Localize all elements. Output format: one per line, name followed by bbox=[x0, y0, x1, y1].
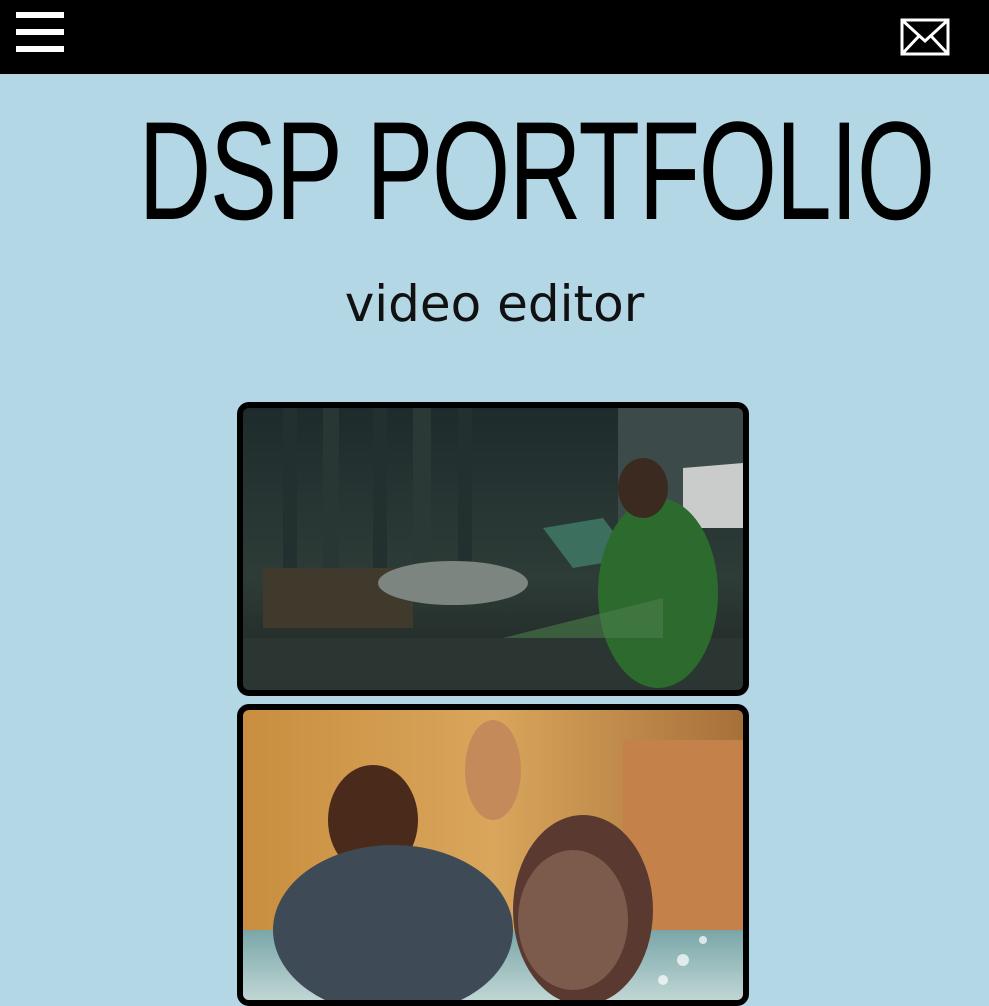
hamburger-menu-icon[interactable] bbox=[16, 12, 64, 54]
menu-line bbox=[16, 46, 64, 52]
page-subtitle: video editor bbox=[344, 275, 645, 333]
street-scene-image bbox=[243, 408, 743, 690]
video-thumbnail-pool-scene[interactable] bbox=[237, 704, 749, 1006]
menu-line bbox=[16, 29, 64, 35]
menu-line bbox=[16, 12, 64, 18]
envelope-icon[interactable] bbox=[900, 17, 950, 57]
video-thumbnail-street-scene[interactable] bbox=[237, 402, 749, 696]
top-bar bbox=[0, 0, 989, 74]
pool-scene-image bbox=[243, 710, 743, 1000]
page-title: DSP PORTFOLIO bbox=[138, 92, 935, 249]
